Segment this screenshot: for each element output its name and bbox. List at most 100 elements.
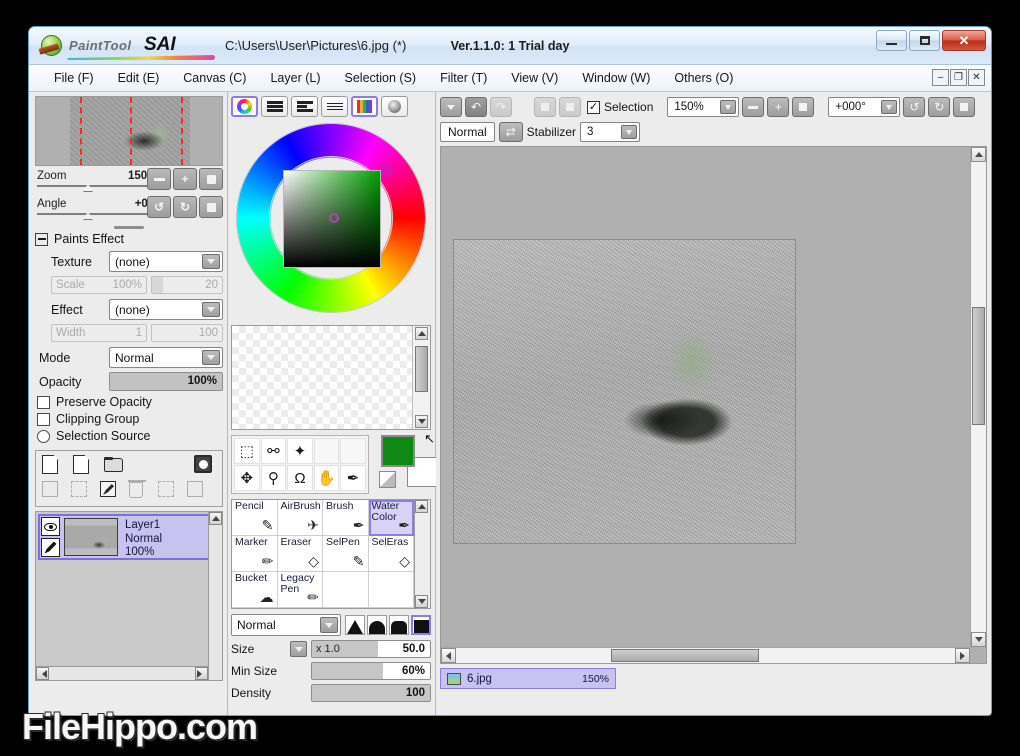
- menu-selection[interactable]: Selection (S): [334, 68, 428, 88]
- brush-water-color[interactable]: Water Color ✒: [369, 500, 415, 536]
- canvas-rotate-select[interactable]: +000°: [828, 97, 900, 117]
- chevron-down-icon[interactable]: [202, 302, 220, 317]
- scroll-left-icon[interactable]: [36, 667, 49, 680]
- layer-list-vscrollbar[interactable]: [208, 512, 222, 680]
- selection-source-radio[interactable]: [37, 430, 50, 443]
- brush-scrollbar[interactable]: [415, 499, 431, 609]
- zoom-reset-button[interactable]: [199, 168, 223, 190]
- min-size-slider[interactable]: 60%: [311, 662, 431, 680]
- lasso-tool[interactable]: ⚯: [261, 438, 287, 464]
- brush-blend-select[interactable]: Normal: [231, 614, 341, 636]
- zoom-slider-thumb[interactable]: [83, 184, 93, 191]
- saturation-value-marker[interactable]: [329, 213, 339, 223]
- magic-wand-tool[interactable]: ✦: [287, 438, 313, 464]
- brush-selpen[interactable]: SelPen ✎: [323, 536, 369, 572]
- collapse-icon[interactable]: [35, 233, 48, 246]
- layer-list-hscrollbar[interactable]: [36, 666, 208, 680]
- navigator-preview[interactable]: [35, 96, 223, 166]
- stabilizer-select[interactable]: 3: [580, 122, 640, 142]
- size-slider[interactable]: x 1.0 50.0: [311, 640, 431, 658]
- rotate-left-button[interactable]: ↺: [147, 196, 171, 218]
- new-linework-layer-icon[interactable]: [73, 455, 95, 476]
- swatch-scroll-up-icon[interactable]: [415, 327, 428, 340]
- selection-toggle[interactable]: ✓ Selection: [587, 100, 653, 114]
- scroll-right-icon[interactable]: [195, 667, 208, 680]
- swatch-scroll-down-icon[interactable]: [415, 415, 428, 428]
- brush-bucket[interactable]: Bucket ☁: [232, 572, 278, 608]
- canvas-zoom-in-button[interactable]: +: [767, 97, 789, 117]
- eyedropper-tool[interactable]: ✒: [340, 465, 366, 491]
- canvas-scroll-up-icon[interactable]: [971, 147, 986, 162]
- tab-color-wheel[interactable]: [231, 96, 258, 117]
- tab-color-mixer[interactable]: [321, 96, 348, 117]
- canvas-rotate-ccw-button[interactable]: ↺: [903, 97, 925, 117]
- tab-rgb-sliders[interactable]: [261, 96, 288, 117]
- brush-shape-square[interactable]: [411, 615, 431, 635]
- preserve-opacity-checkbox[interactable]: [37, 396, 50, 409]
- swap-colors-icon[interactable]: ↖: [424, 431, 435, 447]
- canvas-image[interactable]: [453, 239, 796, 544]
- new-layer-icon[interactable]: [42, 455, 64, 476]
- menu-view[interactable]: View (V): [500, 68, 569, 88]
- brush-legacy-pen[interactable]: Legacy Pen ✏: [278, 572, 324, 608]
- tab-scratchpad[interactable]: [381, 96, 408, 117]
- chevron-down-icon[interactable]: [202, 254, 220, 269]
- undo-button[interactable]: ↶: [465, 97, 487, 117]
- canvas-rotate-cw-button[interactable]: ↻: [928, 97, 950, 117]
- menu-filter[interactable]: Filter (T): [429, 68, 498, 88]
- brush-empty-1[interactable]: [323, 572, 369, 608]
- canvas-zoom-reset-button[interactable]: [792, 97, 814, 117]
- texture-select[interactable]: (none): [109, 251, 223, 272]
- chevron-down-icon[interactable]: [621, 125, 637, 139]
- menu-others[interactable]: Others (O): [663, 68, 744, 88]
- hand-tool[interactable]: ✋: [314, 465, 340, 491]
- canvas-vscroll-thumb[interactable]: [972, 307, 985, 425]
- size-unit-button[interactable]: [290, 641, 307, 657]
- canvas-scroll-right-icon[interactable]: [955, 648, 970, 663]
- canvas-zoom-out-button[interactable]: [742, 97, 764, 117]
- brush-scroll-down-icon[interactable]: [415, 595, 428, 608]
- transfer-down-icon[interactable]: [71, 479, 93, 500]
- effect-select[interactable]: (none): [109, 299, 223, 320]
- layer-select-icon[interactable]: [41, 538, 60, 557]
- layer-list-item[interactable]: Layer1 Normal 100%: [38, 514, 220, 560]
- tab-hsv-sliders[interactable]: [291, 96, 318, 117]
- canvas-vscrollbar[interactable]: [970, 147, 986, 647]
- menu-window[interactable]: Window (W): [571, 68, 661, 88]
- canvas-viewport[interactable]: [440, 146, 987, 664]
- rotate-right-button[interactable]: ↻: [173, 196, 197, 218]
- menu-layer[interactable]: Layer (L): [259, 68, 331, 88]
- swap-icon[interactable]: ⇄: [499, 122, 523, 142]
- brush-empty-2[interactable]: [369, 572, 415, 608]
- brush-shape-dome[interactable]: [367, 615, 387, 635]
- canvas-scroll-left-icon[interactable]: [441, 648, 456, 663]
- move-tool[interactable]: ✥: [234, 465, 260, 491]
- rotate-reset-button[interactable]: [199, 196, 223, 218]
- canvas-blend-mode[interactable]: Normal: [440, 122, 495, 142]
- duplicate-layer-icon[interactable]: [158, 479, 180, 500]
- toolbar-more-button[interactable]: [440, 97, 462, 117]
- swatch-scroll-thumb[interactable]: [415, 346, 428, 392]
- flip-horizontal-button[interactable]: [534, 97, 556, 117]
- brush-shape-trapezoid[interactable]: [389, 615, 409, 635]
- maximize-button[interactable]: [909, 30, 940, 51]
- swatch-grid[interactable]: [232, 326, 412, 429]
- chevron-down-icon[interactable]: [720, 100, 736, 114]
- canvas-rotate-reset-button[interactable]: [953, 97, 975, 117]
- hue-marker[interactable]: [381, 165, 392, 176]
- brush-seleras[interactable]: SelEras ◇: [369, 536, 415, 572]
- chevron-down-icon[interactable]: [202, 350, 220, 365]
- mdi-restore-button[interactable]: ❐: [950, 69, 967, 86]
- canvas-hscrollbar[interactable]: [441, 647, 970, 663]
- clear-layer-icon[interactable]: [100, 479, 122, 500]
- layer-mask-icon[interactable]: [194, 455, 216, 476]
- menu-file[interactable]: File (F): [43, 68, 105, 88]
- brush-scroll-up-icon[interactable]: [415, 500, 428, 513]
- brush-pencil[interactable]: Pencil ✎: [232, 500, 278, 536]
- brush-marker[interactable]: Marker ✏: [232, 536, 278, 572]
- menu-edit[interactable]: Edit (E): [107, 68, 171, 88]
- scroll-up-icon[interactable]: [209, 512, 222, 525]
- mdi-close-button[interactable]: ✕: [968, 69, 985, 86]
- clipping-group-checkbox[interactable]: [37, 413, 50, 426]
- canvas-hscroll-thumb[interactable]: [611, 649, 759, 662]
